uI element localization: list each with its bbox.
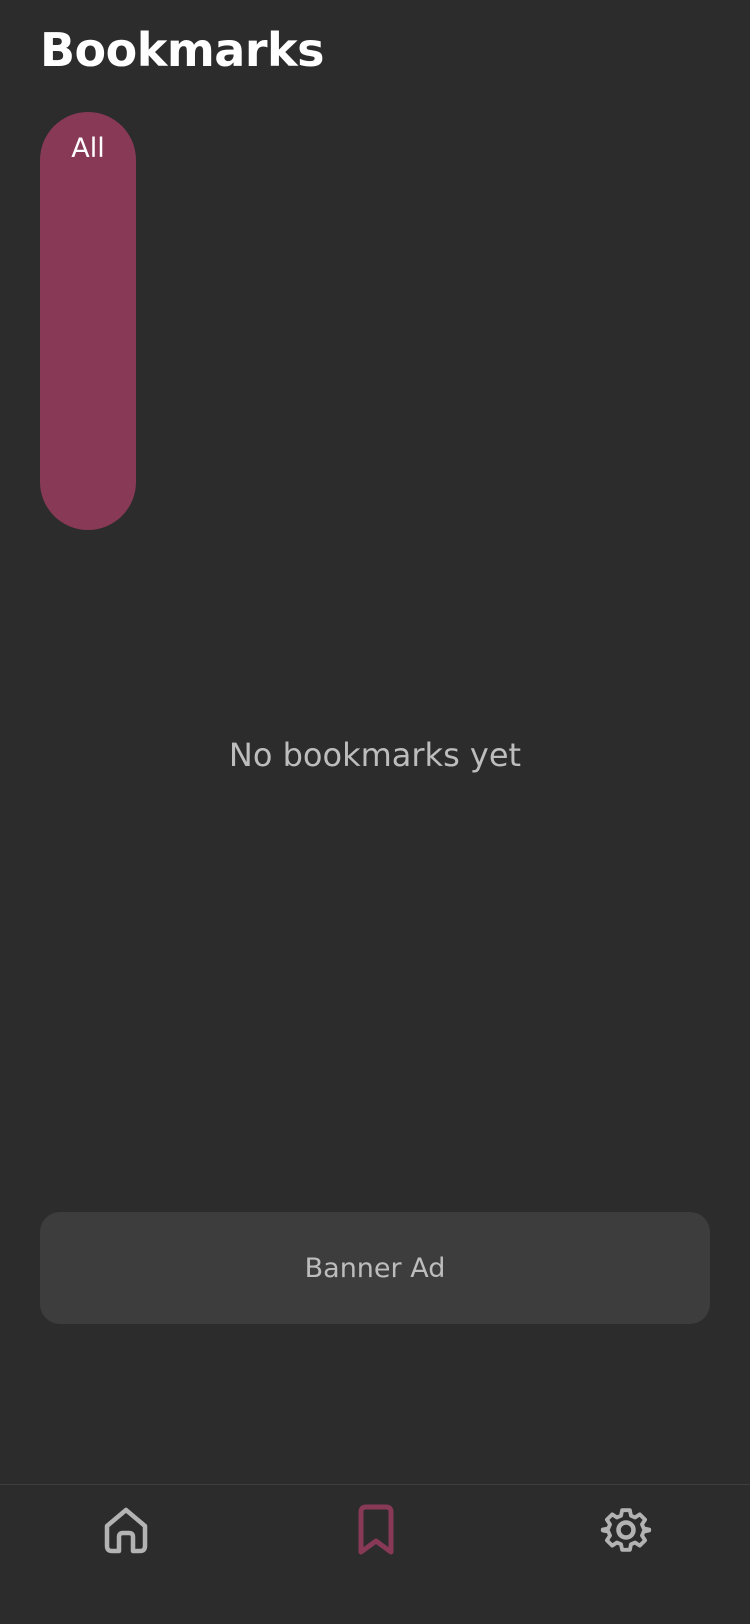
bottom-navigation (0, 1484, 750, 1624)
banner-ad[interactable]: Banner Ad (40, 1212, 710, 1324)
nav-home-button[interactable] (76, 1495, 176, 1565)
home-icon (104, 1507, 148, 1554)
filter-chip-all[interactable]: All (40, 112, 136, 530)
nav-settings-button[interactable] (576, 1495, 676, 1565)
page-title: Bookmarks (40, 23, 325, 77)
gear-icon (600, 1508, 652, 1552)
empty-state-message: No bookmarks yet (228, 736, 522, 774)
bookmark-icon (358, 1504, 394, 1555)
banner-ad-label: Banner Ad (304, 1252, 446, 1284)
nav-bookmarks-button[interactable] (326, 1495, 426, 1565)
filter-chip-label: All (71, 133, 105, 164)
